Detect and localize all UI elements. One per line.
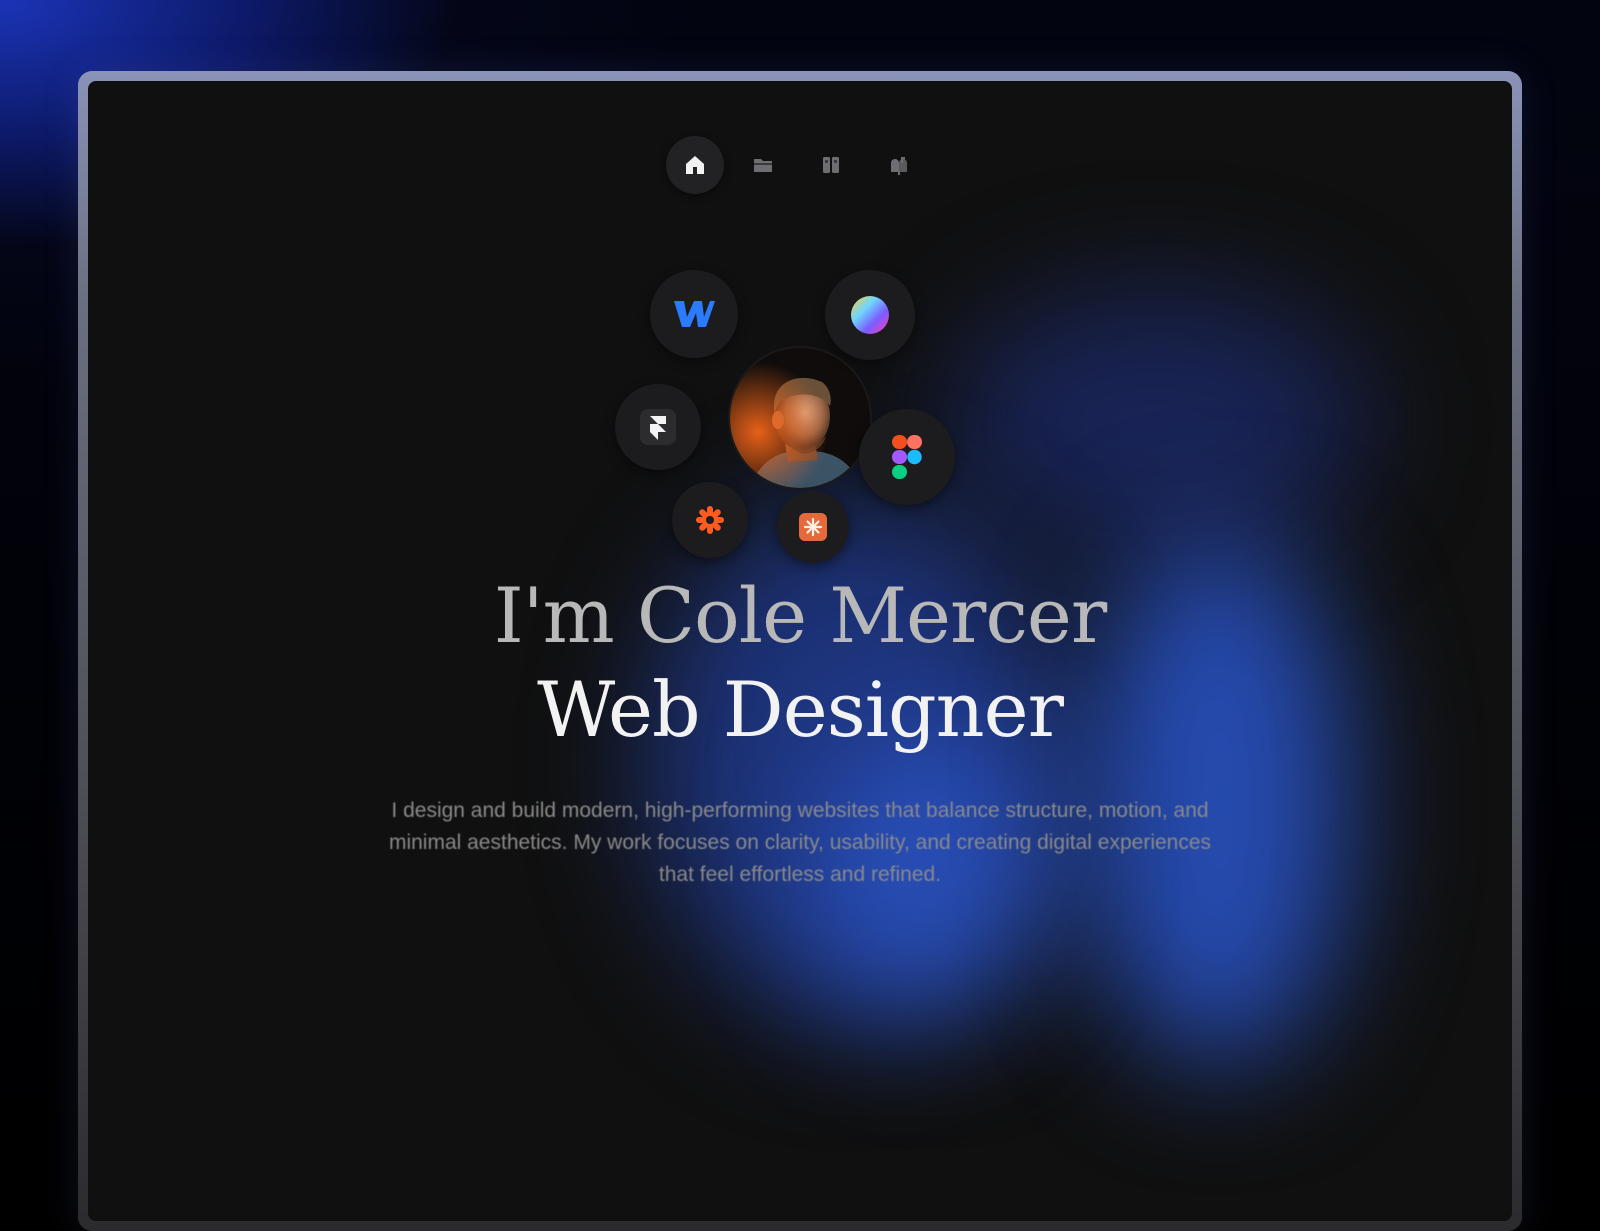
zapier-badge: [672, 482, 748, 558]
zapier-icon: [696, 506, 724, 534]
top-nav: [666, 135, 928, 195]
portfolio-screen: I'm Cole Mercer Web Designer I design an…: [88, 81, 1512, 1221]
avatar: [728, 346, 872, 490]
hero-name: I'm Cole Mercer: [493, 571, 1107, 660]
book-icon: [823, 157, 839, 173]
nav-resources[interactable]: [802, 136, 860, 194]
mailbox-icon: [891, 157, 907, 175]
gradient-sphere-icon: [851, 296, 889, 334]
nav-projects[interactable]: [734, 136, 792, 194]
figma-icon: [892, 435, 922, 479]
spark-app-icon: [799, 513, 827, 541]
folder-icon: [754, 159, 772, 172]
hero-description: I design and build modern, high-performi…: [388, 799, 1212, 886]
portrait-image: [730, 348, 870, 488]
webflow-badge: [650, 270, 738, 358]
nav-home[interactable]: [666, 136, 724, 194]
framer-badge: [615, 384, 701, 470]
webflow-icon: [674, 301, 715, 327]
figma-badge: [859, 409, 955, 505]
home-icon: [686, 156, 704, 174]
background-glow: [948, 291, 1368, 551]
spark-app-badge: [777, 491, 849, 563]
nav-contact[interactable]: [870, 136, 928, 194]
hero-role: Web Designer: [537, 665, 1064, 754]
gradient-sphere-badge: [825, 270, 915, 360]
framer-icon: [640, 409, 676, 445]
